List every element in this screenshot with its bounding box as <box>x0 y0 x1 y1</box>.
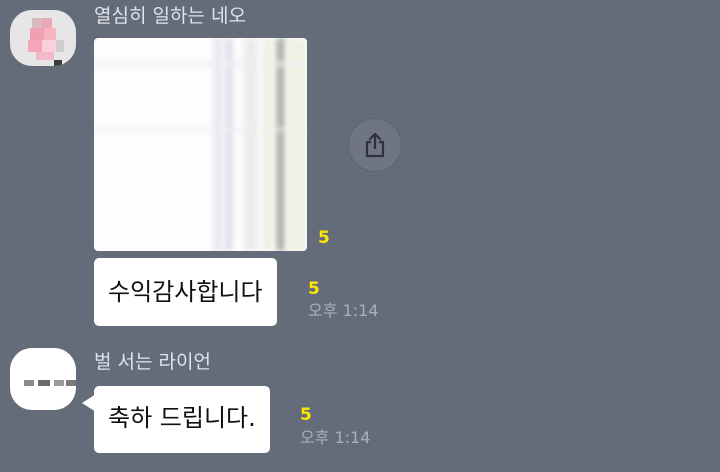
avatar-pixel <box>56 40 64 52</box>
share-icon <box>365 132 385 158</box>
avatar[interactable] <box>10 348 76 410</box>
avatar[interactable] <box>10 10 76 66</box>
sender-name[interactable]: 벌 서는 라이언 <box>94 350 211 374</box>
timestamp: 오후 1:14 <box>308 301 379 320</box>
image-blur-stripe <box>94 62 307 66</box>
avatar-pixel <box>44 28 56 40</box>
chat-window: 열심히 일하는 네오 5 수익감사합니다 5 오후 1:14 벌 서는 라이언 … <box>0 0 720 472</box>
avatar-pixel <box>30 28 44 40</box>
image-blur-stripe <box>276 38 286 251</box>
unread-count: 5 <box>308 279 320 299</box>
image-blur-stripe <box>286 38 307 251</box>
avatar-pixel <box>32 18 42 28</box>
image-blur-stripe <box>244 38 258 251</box>
image-blur-stripe <box>264 38 270 251</box>
avatar-pixel <box>66 380 76 386</box>
sender-name[interactable]: 열심히 일하는 네오 <box>94 4 246 28</box>
image-blur-stripe <box>226 38 232 251</box>
message-bubble[interactable]: 수익감사합니다 <box>94 258 277 326</box>
avatar-pixel <box>54 60 62 66</box>
image-blur-stripe <box>214 38 222 251</box>
avatar-pixel <box>28 40 42 52</box>
timestamp: 오후 1:14 <box>300 428 371 447</box>
avatar-pixel <box>42 18 52 28</box>
unread-count: 5 <box>300 405 312 425</box>
message-bubble[interactable]: 축하 드립니다. <box>94 386 270 453</box>
image-attachment[interactable] <box>94 38 307 251</box>
share-button[interactable] <box>348 118 402 172</box>
avatar-pixel <box>38 380 50 386</box>
image-blur-stripe <box>94 128 307 131</box>
avatar-pixel <box>24 380 34 386</box>
unread-count: 5 <box>318 228 330 248</box>
avatar-pixel <box>54 380 64 386</box>
avatar-pixel <box>42 40 56 52</box>
avatar-pixel <box>36 52 54 60</box>
